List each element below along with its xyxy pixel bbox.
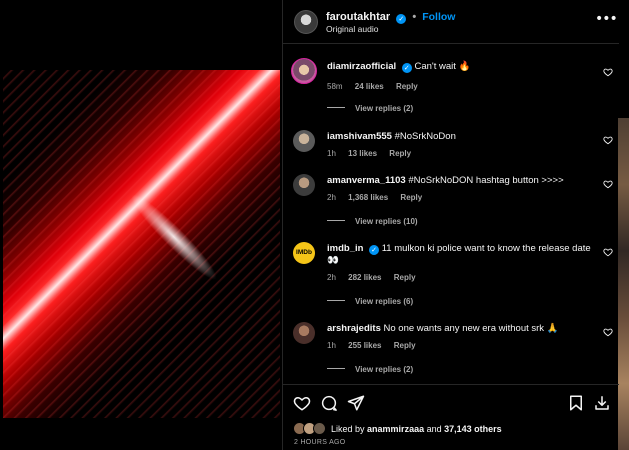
action-bar: [283, 384, 619, 424]
view-replies-button[interactable]: View replies (6): [327, 297, 413, 306]
comment-meta: 58m 24 likes Reply: [327, 82, 428, 91]
commenter-avatar[interactable]: [293, 130, 315, 152]
liked-others-count[interactable]: 37,143 others: [444, 424, 502, 434]
reply-button[interactable]: Reply: [394, 273, 416, 282]
audio-label[interactable]: Original audio: [326, 24, 378, 34]
liked-by-row: Liked by anammirzaaa and 37,143 others: [283, 420, 619, 440]
commenter-avatar[interactable]: [293, 174, 315, 196]
post-timestamp: 2 HOURS AGO: [294, 439, 346, 446]
comment-like-icon[interactable]: [603, 179, 613, 189]
comment-like-icon[interactable]: [603, 135, 613, 145]
view-replies-button[interactable]: View replies (2): [327, 365, 413, 374]
view-replies-button[interactable]: View replies (2): [327, 104, 413, 113]
download-icon[interactable]: [593, 394, 611, 412]
liked-by-user[interactable]: anammirzaaa: [367, 424, 424, 434]
background-page-strip: [618, 0, 629, 450]
comment-meta: 2h 282 likes Reply: [327, 273, 426, 282]
instagram-post-view: faroutakhtar ✓ • Follow Original audio •…: [0, 0, 629, 450]
comment-like-icon[interactable]: [603, 327, 613, 337]
post-header: faroutakhtar ✓ • Follow Original audio •…: [283, 0, 619, 44]
comment-text: No one wants any new era without srk 🙏: [383, 323, 559, 334]
comment-text: #NoSrkNoDON hashtag button >>>>: [408, 175, 564, 186]
comment-meta: 2h 1,368 likes Reply: [327, 193, 432, 202]
reply-button[interactable]: Reply: [389, 149, 411, 158]
commenter-username[interactable]: imdb_in: [327, 243, 363, 254]
commenter-username[interactable]: arshrajedits: [327, 323, 381, 334]
separator-dot: •: [412, 11, 417, 23]
follow-button[interactable]: Follow: [422, 11, 455, 23]
comment-time: 1h: [327, 149, 336, 158]
comment-text: #NoSrkNoDon: [394, 131, 456, 142]
comment-like-icon[interactable]: [603, 67, 613, 77]
comment-likes[interactable]: 282 likes: [348, 273, 381, 282]
commenter-avatar[interactable]: [293, 322, 315, 344]
comment-time: 2h: [327, 273, 336, 282]
reply-button[interactable]: Reply: [394, 341, 416, 350]
commenter-username[interactable]: iamshivam555: [327, 131, 392, 142]
comment-time: 58m: [327, 82, 343, 91]
comment-likes[interactable]: 255 likes: [348, 341, 381, 350]
verified-icon: ✓: [369, 245, 380, 255]
view-replies-button[interactable]: View replies (10): [327, 217, 418, 226]
red-light-streak-image: [3, 70, 280, 418]
commenter-avatar[interactable]: [291, 58, 317, 84]
reply-button[interactable]: Reply: [400, 193, 422, 202]
comment-likes[interactable]: 1,368 likes: [348, 193, 388, 202]
comment-meta: 1h 255 likes Reply: [327, 341, 426, 350]
comment-icon[interactable]: [320, 394, 338, 412]
send-icon[interactable]: [347, 394, 365, 412]
liked-by-text: Liked by anammirzaaa and 37,143 others: [331, 424, 502, 434]
comment-text: Can't wait 🔥: [414, 61, 471, 72]
comment-like-icon[interactable]: [603, 247, 613, 257]
comment-time: 1h: [327, 341, 336, 350]
more-options-icon[interactable]: •••: [595, 12, 618, 27]
bookmark-icon[interactable]: [567, 394, 585, 412]
comments-panel: faroutakhtar ✓ • Follow Original audio •…: [282, 0, 619, 450]
author-username[interactable]: faroutakhtar: [326, 11, 390, 23]
verified-icon: ✓: [396, 14, 407, 24]
comment-text: 11 mulkon ki police want to know the rel…: [327, 243, 591, 266]
commenter-username[interactable]: diamirzaofficial: [327, 61, 396, 72]
comments-list: diamirzaofficial ✓ Can't wait 🔥 58m 24 l…: [283, 44, 619, 384]
comment-time: 2h: [327, 193, 336, 202]
heart-icon[interactable]: [293, 394, 311, 412]
verified-icon: ✓: [401, 63, 412, 73]
comment-likes[interactable]: 24 likes: [355, 82, 384, 91]
reply-button[interactable]: Reply: [396, 82, 418, 91]
commenter-username[interactable]: amanverma_1103: [327, 175, 406, 186]
commenter-avatar[interactable]: IMDb: [293, 242, 315, 264]
author-line: faroutakhtar ✓ • Follow: [326, 11, 455, 24]
author-avatar[interactable]: [294, 10, 318, 34]
post-media[interactable]: [0, 0, 281, 450]
comment-likes[interactable]: 13 likes: [348, 149, 377, 158]
comment-meta: 1h 13 likes Reply: [327, 149, 421, 158]
liked-avatars[interactable]: [293, 422, 329, 436]
